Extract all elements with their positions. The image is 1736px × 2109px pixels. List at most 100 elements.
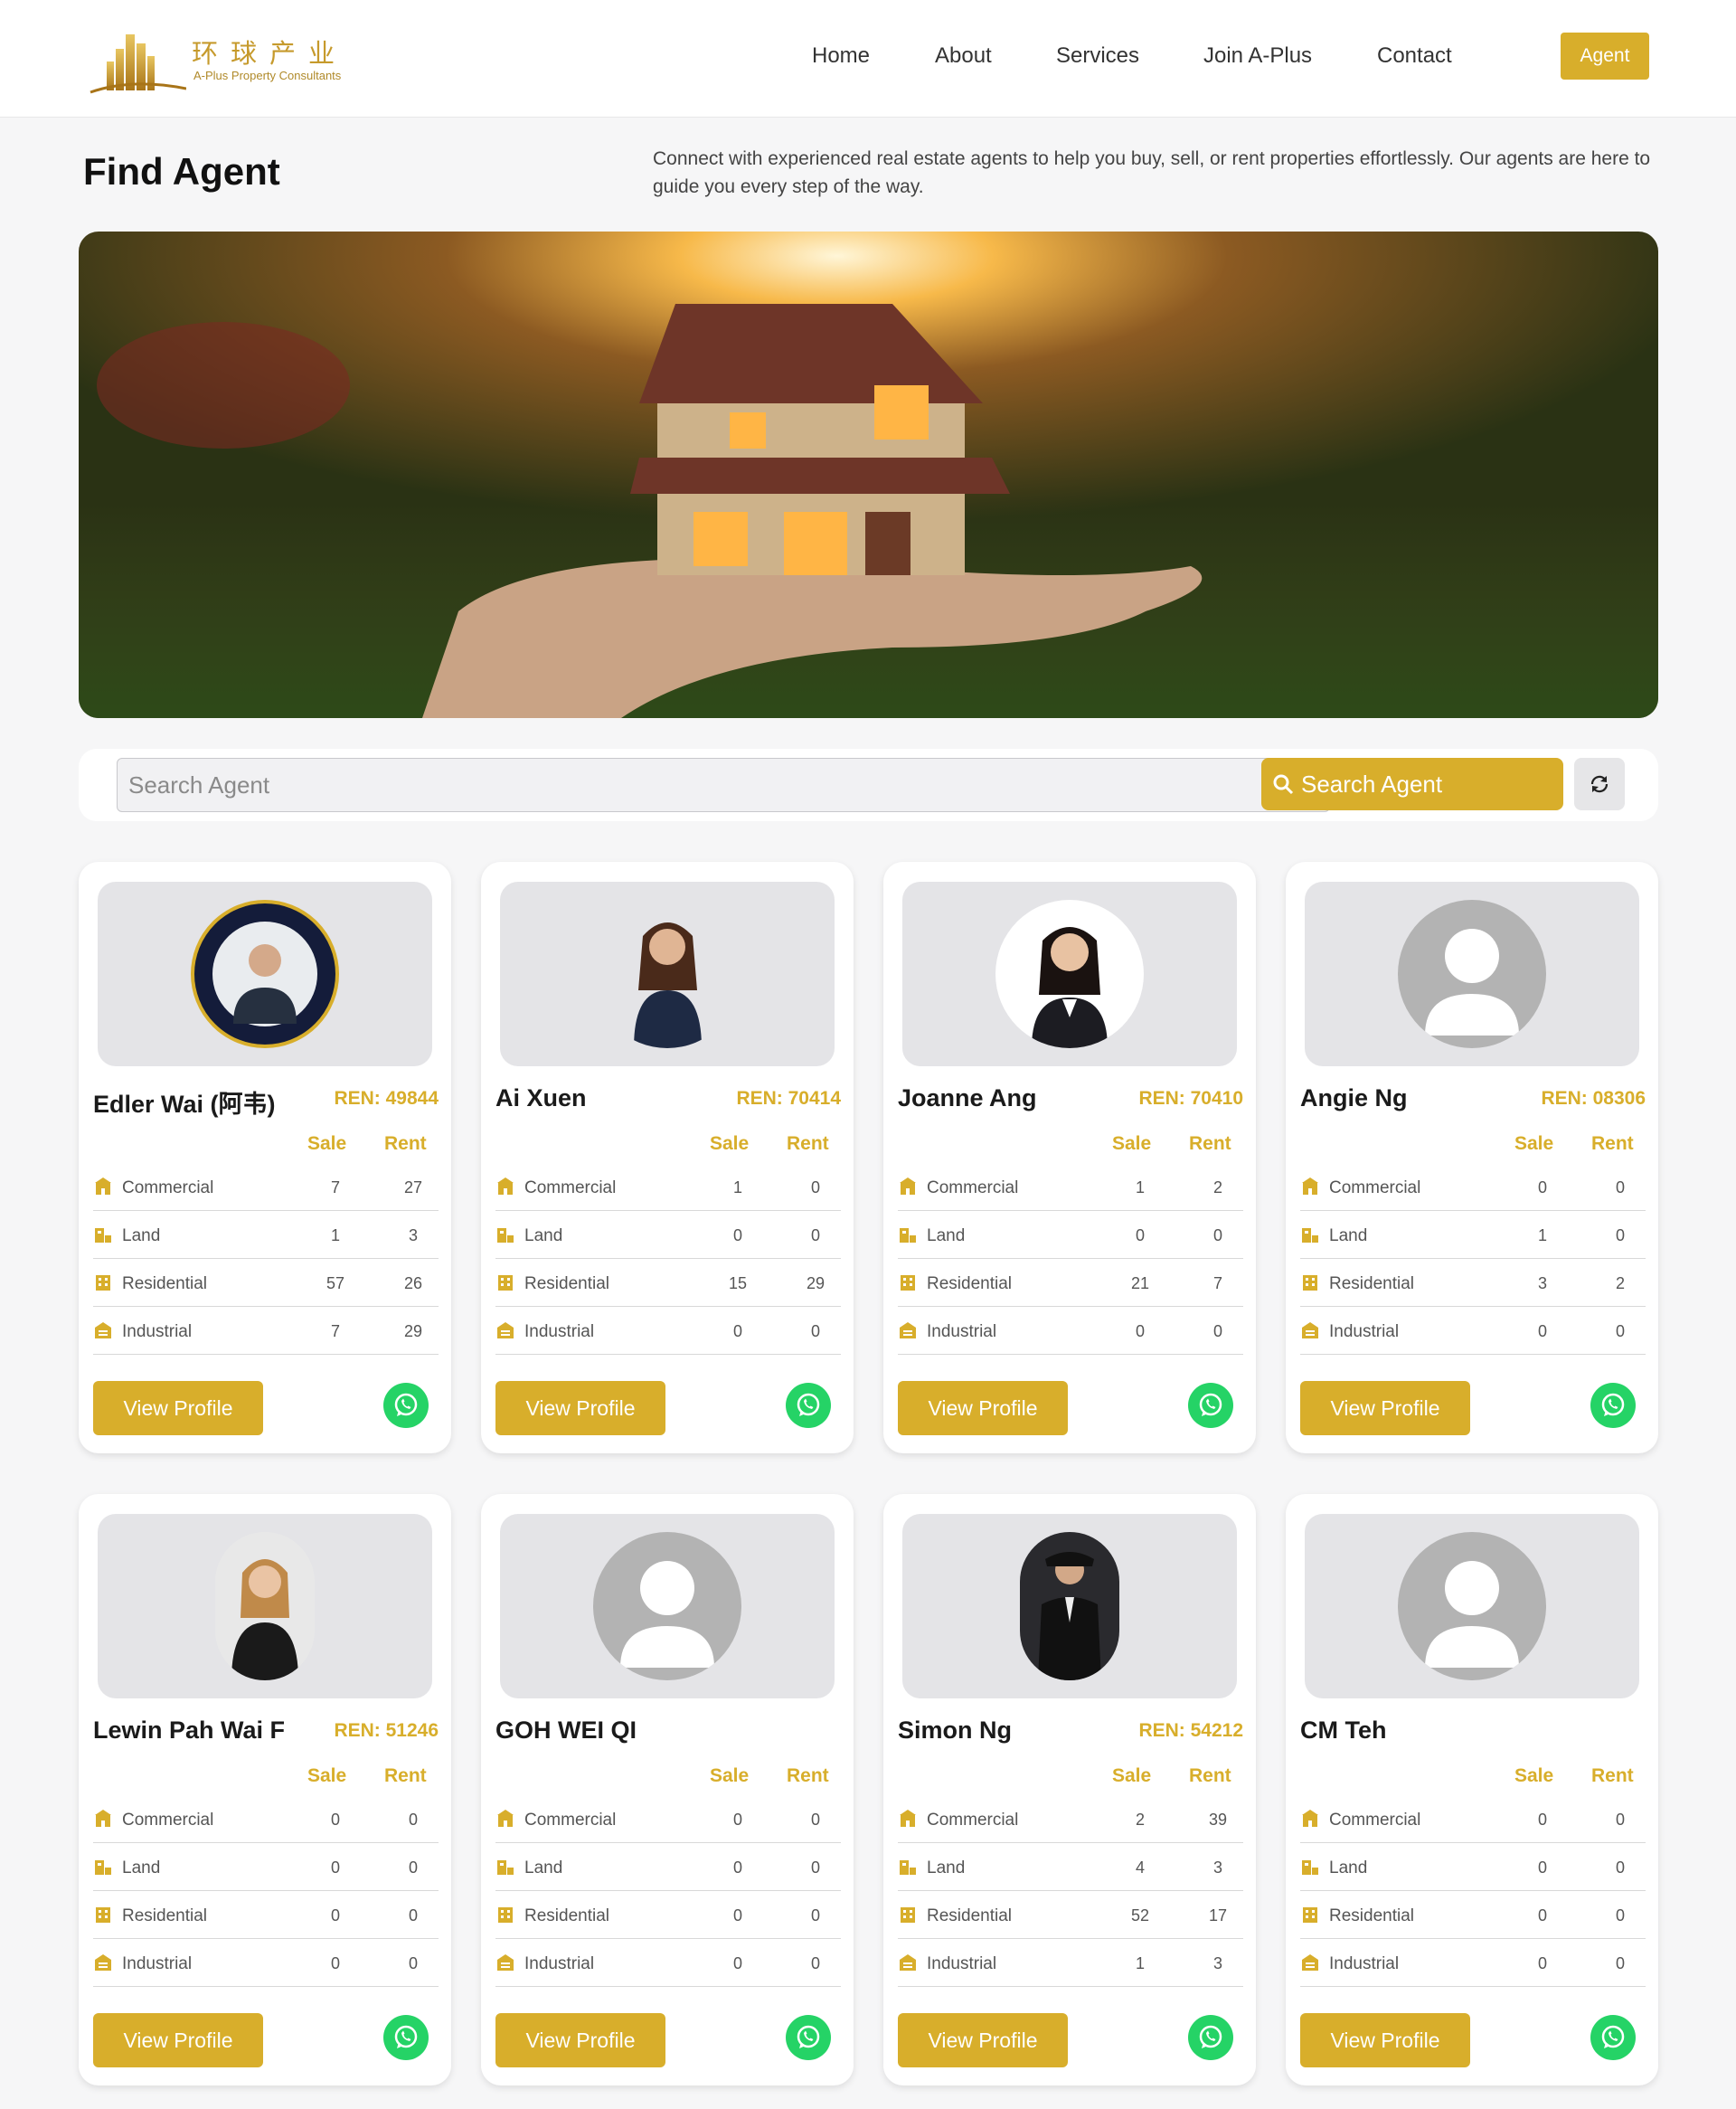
rent-count: 3 xyxy=(1212,1954,1222,1972)
agent-card: Ai Xuen REN: 70414 Sale Rent Commercial … xyxy=(481,862,854,1453)
stat-row-residential: Residential 0 0 xyxy=(93,1892,439,1939)
nav-about[interactable]: About xyxy=(935,43,992,69)
view-profile-button[interactable]: View Profile xyxy=(93,2013,263,2067)
rent-count: 2 xyxy=(1212,1178,1222,1196)
sale-header: Sale xyxy=(710,1133,750,1154)
agent-photo xyxy=(593,900,741,1048)
agent-photo xyxy=(215,1532,315,1680)
sale-count: 0 xyxy=(732,1322,742,1340)
rent-count: 0 xyxy=(810,1226,820,1244)
view-profile-button[interactable]: View Profile xyxy=(495,2013,665,2067)
photo-frame xyxy=(500,1514,835,1698)
rent-count: 0 xyxy=(1615,1322,1625,1340)
avatar-placeholder-icon xyxy=(593,1532,741,1680)
nav-contact[interactable]: Contact xyxy=(1377,43,1452,69)
sale-count: 7 xyxy=(330,1178,340,1196)
whatsapp-icon xyxy=(394,1393,418,1416)
sale-count: 0 xyxy=(732,1906,742,1925)
sale-count: 0 xyxy=(732,1858,742,1877)
search-button[interactable]: Search Agent xyxy=(1261,758,1563,810)
view-profile-button[interactable]: View Profile xyxy=(1300,2013,1470,2067)
search-icon xyxy=(1273,774,1294,795)
sale-count: 0 xyxy=(330,1858,340,1877)
page-title: Find Agent xyxy=(83,150,280,193)
whatsapp-button[interactable] xyxy=(1590,2015,1636,2060)
whatsapp-button[interactable] xyxy=(1590,1383,1636,1428)
rent-count: 0 xyxy=(1615,1954,1625,1972)
search-input[interactable] xyxy=(117,758,1330,812)
whatsapp-button[interactable] xyxy=(383,1383,429,1428)
view-profile-button[interactable]: View Profile xyxy=(1300,1381,1470,1435)
rent-count: 0 xyxy=(810,1811,820,1829)
stat-row-land: Land 0 0 xyxy=(495,1212,841,1259)
category-label: Industrial xyxy=(1329,1322,1400,1341)
category-label: Commercial xyxy=(524,1178,617,1197)
agent-card: Joanne Ang REN: 70410 Sale Rent Commerci… xyxy=(883,862,1256,1453)
sale-count: 0 xyxy=(1135,1322,1145,1340)
agent-card: Simon Ng REN: 54212 Sale Rent Commercial… xyxy=(883,1494,1256,2085)
sale-count: 0 xyxy=(732,1954,742,1972)
category-label: Residential xyxy=(1329,1906,1414,1925)
agent-name: Angie Ng xyxy=(1300,1084,1408,1111)
whatsapp-button[interactable] xyxy=(383,2015,429,2060)
view-profile-button[interactable]: View Profile xyxy=(898,2013,1068,2067)
stat-row-industrial: Industrial 0 0 xyxy=(495,1308,841,1355)
sale-count: 1 xyxy=(330,1226,340,1244)
whatsapp-icon xyxy=(1601,1393,1625,1416)
whatsapp-button[interactable] xyxy=(786,1383,831,1428)
sale-count: 3 xyxy=(1537,1274,1547,1292)
view-profile-button[interactable]: View Profile xyxy=(898,1381,1068,1435)
sale-count: 0 xyxy=(330,1954,340,1972)
rent-header: Rent xyxy=(1189,1765,1231,1786)
rent-count: 0 xyxy=(1615,1178,1625,1196)
category-label: Residential xyxy=(1329,1274,1414,1293)
sale-header: Sale xyxy=(1514,1133,1554,1154)
rent-count: 0 xyxy=(1615,1226,1625,1244)
agent-photo xyxy=(191,900,339,1048)
category-label: Residential xyxy=(122,1274,207,1293)
whatsapp-button[interactable] xyxy=(786,2015,831,2060)
view-profile-button[interactable]: View Profile xyxy=(495,1381,665,1435)
agent-name: Joanne Ang xyxy=(898,1084,1037,1111)
stat-row-industrial: Industrial 7 29 xyxy=(93,1308,439,1355)
avatar-placeholder-icon xyxy=(1398,900,1546,1048)
nav-services[interactable]: Services xyxy=(1056,43,1139,69)
stat-row-commercial: Commercial 2 39 xyxy=(898,1796,1243,1843)
view-profile-button[interactable]: View Profile xyxy=(93,1381,263,1435)
agent-ren: REN: 70414 xyxy=(736,1088,841,1109)
stat-row-commercial: Commercial 0 0 xyxy=(495,1796,841,1843)
nav-home[interactable]: Home xyxy=(812,43,870,69)
agent-card: CM Teh Sale Rent Commercial 0 0 Land 0 0… xyxy=(1286,1494,1658,2085)
whatsapp-button[interactable] xyxy=(1188,1383,1233,1428)
agent-name: Ai Xuen xyxy=(495,1084,587,1111)
sale-count: 1 xyxy=(732,1178,742,1196)
whatsapp-icon xyxy=(1199,1393,1222,1416)
stat-row-land: Land 4 3 xyxy=(898,1844,1243,1891)
rent-header: Rent xyxy=(787,1133,829,1154)
whatsapp-button[interactable] xyxy=(1188,2015,1233,2060)
photo-frame xyxy=(98,1514,432,1698)
nav-join[interactable]: Join A-Plus xyxy=(1203,43,1312,69)
whatsapp-icon xyxy=(797,2025,820,2048)
stat-row-land: Land 0 0 xyxy=(898,1212,1243,1259)
category-label: Commercial xyxy=(927,1178,1019,1197)
refresh-icon xyxy=(1590,775,1609,793)
photo-frame xyxy=(902,1514,1237,1698)
sale-count: 1 xyxy=(1135,1178,1145,1196)
stat-row-residential: Residential 0 0 xyxy=(495,1892,841,1939)
category-label: Commercial xyxy=(524,1811,617,1830)
sale-count: 52 xyxy=(1130,1906,1150,1925)
sale-count: 0 xyxy=(330,1811,340,1829)
search-bar: Search Agent xyxy=(79,749,1658,821)
stat-row-commercial: Commercial 0 0 xyxy=(1300,1164,1646,1211)
rent-count: 0 xyxy=(810,1178,820,1196)
stat-row-residential: Residential 3 2 xyxy=(1300,1260,1646,1307)
agent-button[interactable]: Agent xyxy=(1561,33,1649,80)
agent-name: Lewin Pah Wai F xyxy=(93,1717,286,1744)
rent-count: 0 xyxy=(1212,1226,1222,1244)
rent-header: Rent xyxy=(1189,1133,1231,1154)
stat-row-commercial: Commercial 1 0 xyxy=(495,1164,841,1211)
photo-frame xyxy=(902,882,1237,1066)
reset-button[interactable] xyxy=(1574,758,1625,810)
agent-name: GOH WEI QI xyxy=(495,1717,637,1744)
